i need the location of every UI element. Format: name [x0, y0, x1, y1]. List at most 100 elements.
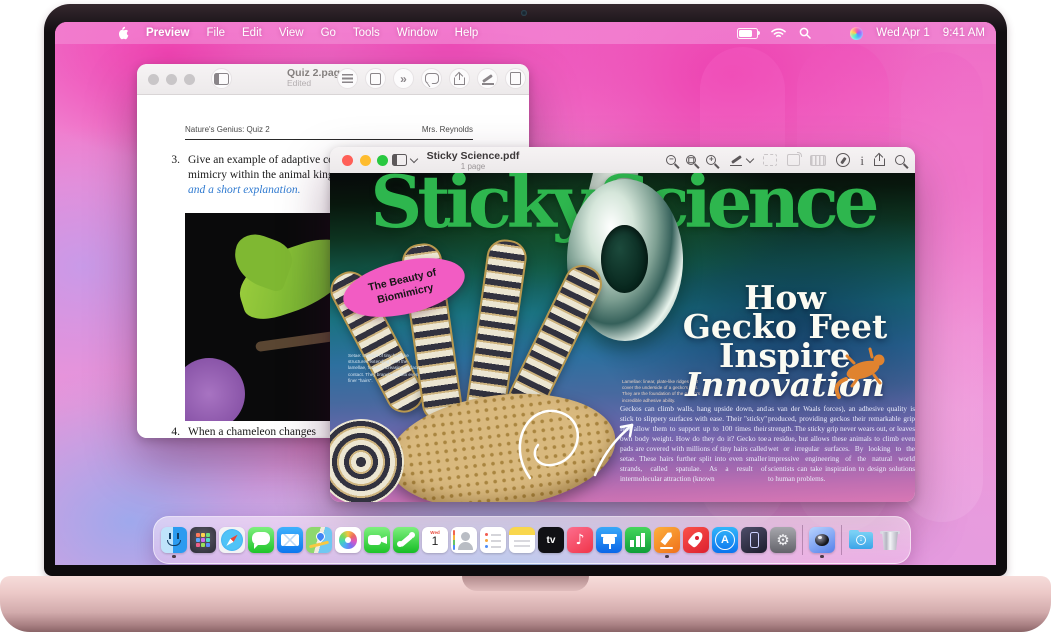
dock-separator [841, 525, 842, 555]
question-4-text: When a chameleon changes that an example… [188, 425, 321, 438]
format-button[interactable] [477, 68, 498, 89]
dock-system-settings[interactable]: ⚙ [770, 527, 796, 553]
zoom-button[interactable] [377, 155, 388, 166]
setae-caption: Setae: millions of tiny hair-like struct… [348, 353, 422, 384]
question-4-number: 4. [165, 425, 180, 438]
search-icon[interactable] [799, 27, 811, 39]
info-button[interactable]: i [860, 154, 864, 167]
sidebar-icon [392, 154, 407, 166]
dock-mail[interactable] [277, 527, 303, 553]
calendar-day: 1 [432, 535, 439, 549]
dock-app-store[interactable]: A [712, 527, 738, 553]
minimize-button[interactable] [360, 155, 371, 166]
dock-trash[interactable] [877, 527, 903, 553]
dock-numbers[interactable] [625, 527, 651, 553]
dock-music[interactable]: ♪ [567, 527, 593, 553]
zoom-in-button[interactable]: + [706, 155, 716, 165]
view-options-button[interactable] [337, 68, 358, 89]
apple-logo-icon[interactable] [117, 26, 129, 40]
share-button[interactable] [449, 68, 470, 89]
menu-window[interactable]: Window [397, 27, 438, 39]
minus-glyph: − [669, 156, 674, 164]
dock-finder[interactable] [161, 527, 187, 553]
plus-glyph: + [709, 156, 714, 164]
menu-app-name[interactable]: Preview [146, 27, 189, 39]
control-center-icon[interactable] [824, 28, 837, 39]
dock-messages[interactable] [248, 527, 274, 553]
dock-calendar[interactable]: Wed1 [422, 527, 448, 553]
rotate-button[interactable] [787, 154, 800, 166]
zoom-fit-button[interactable] [686, 155, 696, 165]
menu-time[interactable]: 9:41 AM [943, 27, 985, 39]
menu-bar-menus: Preview File Edit View Go Tools Window H… [117, 26, 478, 40]
document-options-button[interactable] [505, 68, 526, 89]
preview-titlebar: Sticky Science.pdf 1 page − + i [330, 147, 915, 174]
zoom-button-pages[interactable] [365, 68, 386, 89]
close-button[interactable] [148, 74, 159, 85]
menu-edit[interactable]: Edit [242, 27, 262, 39]
title-word-sticky: Sticky [370, 173, 588, 244]
menu-tools[interactable]: Tools [353, 27, 380, 39]
menu-help[interactable]: Help [455, 27, 479, 39]
menu-bar: Preview File Edit View Go Tools Window H… [55, 22, 996, 44]
preview-traffic-lights [342, 155, 388, 166]
pages-traffic-lights [148, 74, 195, 85]
tv-label: tv [547, 535, 556, 546]
gear-icon: ⚙ [776, 531, 789, 549]
comment-icon [425, 73, 439, 84]
dock-maps[interactable] [306, 527, 332, 553]
dock-tv[interactable]: tv [538, 527, 564, 553]
pdf-page-sticky-science[interactable]: StickyScience The Beauty of Biomimicry S… [330, 173, 915, 502]
running-indicator [665, 555, 669, 559]
dock-pages[interactable] [654, 527, 680, 553]
header-right: Mrs. Reynolds [422, 125, 473, 134]
dock-photos[interactable] [335, 527, 361, 553]
dock-downloads-folder[interactable]: ↓ [848, 527, 874, 553]
share-icon [454, 73, 465, 85]
share-button[interactable] [874, 154, 885, 166]
menu-date[interactable]: Wed Apr 1 [876, 27, 930, 39]
menu-file[interactable]: File [206, 27, 225, 39]
menu-go[interactable]: Go [321, 27, 336, 39]
sidebar-toggle-button[interactable] [211, 68, 232, 89]
music-note-icon: ♪ [576, 532, 585, 548]
dock-contacts[interactable] [451, 527, 477, 553]
minimize-button[interactable] [166, 74, 177, 85]
dock-facetime[interactable] [364, 527, 390, 553]
header-rule [185, 139, 473, 140]
battery-icon[interactable] [737, 28, 758, 39]
comment-button[interactable] [421, 68, 442, 89]
pdf-page-count: 1 page [418, 162, 528, 171]
screen: Preview File Edit View Go Tools Window H… [55, 22, 996, 565]
zoom-icon [370, 73, 381, 85]
zoom-button[interactable] [184, 74, 195, 85]
dock-launchpad[interactable] [190, 527, 216, 553]
header-left: Nature's Genius: Quiz 2 [185, 125, 270, 134]
document-header: Nature's Genius: Quiz 2 Mrs. Reynolds [185, 125, 473, 134]
markup-pen-icon [730, 154, 742, 166]
dock-preview[interactable] [809, 527, 835, 553]
fit-icon [689, 157, 695, 163]
menu-view[interactable]: View [279, 27, 304, 39]
dock-phone[interactable] [393, 527, 419, 553]
dock-rocket-app[interactable] [683, 527, 709, 553]
selection-button[interactable] [763, 154, 777, 166]
zoom-out-button[interactable]: − [666, 155, 676, 165]
pdf-title: Sticky Science.pdf [418, 150, 528, 162]
chevron-down-icon [410, 155, 418, 163]
close-button[interactable] [342, 155, 353, 166]
dock-iphone-mirroring[interactable] [741, 527, 767, 553]
dock-keynote[interactable] [596, 527, 622, 553]
siri-icon[interactable] [850, 27, 863, 40]
annotate-button[interactable] [836, 153, 850, 167]
preview-window[interactable]: Sticky Science.pdf 1 page − + i [330, 147, 915, 502]
dock-notes[interactable] [509, 527, 535, 553]
redact-button[interactable] [810, 155, 826, 166]
sidebar-toggle-button[interactable] [392, 154, 417, 166]
dock-reminders[interactable] [480, 527, 506, 553]
markup-pen-button[interactable] [730, 154, 753, 166]
wifi-icon[interactable] [771, 28, 786, 39]
forward-button[interactable]: » [393, 68, 414, 89]
dock-safari[interactable] [219, 527, 245, 553]
search-button[interactable] [895, 155, 905, 165]
